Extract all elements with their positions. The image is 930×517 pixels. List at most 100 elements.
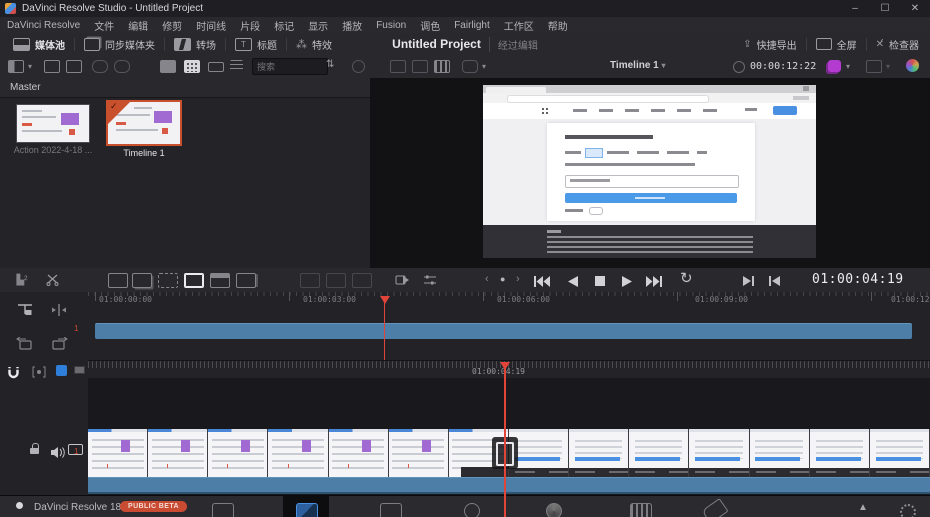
- menu-clip[interactable]: 片段: [233, 18, 267, 33]
- titles-button[interactable]: T 标题: [226, 33, 286, 55]
- filmstrip-frame[interactable]: [389, 429, 449, 477]
- filmstrip-frame[interactable]: [810, 429, 870, 477]
- filmstrip-frame[interactable]: [870, 429, 930, 477]
- ripple-trim-right-icon[interactable]: [48, 334, 70, 354]
- clip-color-chevron-icon[interactable]: ▾: [846, 62, 850, 71]
- sort-icon[interactable]: ⇅: [326, 59, 334, 70]
- relink-icon[interactable]: [114, 60, 130, 73]
- sync-icon[interactable]: [92, 60, 108, 73]
- clip-view-icon[interactable]: [8, 60, 24, 73]
- overview-clip[interactable]: [95, 323, 912, 339]
- user-icon[interactable]: [16, 502, 23, 509]
- single-viewer-icon[interactable]: [390, 60, 406, 73]
- multicam-viewer-icon[interactable]: [434, 60, 450, 73]
- fullscreen-button[interactable]: 全屏: [807, 33, 866, 55]
- clip-view-chevron-icon[interactable]: ▾: [28, 62, 32, 71]
- effects-button[interactable]: ⁂ 特效: [287, 33, 341, 55]
- menu-workspace[interactable]: 工作区: [497, 18, 541, 33]
- sync-bins-button[interactable]: 同步媒体夹: [75, 33, 164, 55]
- first-frame-button[interactable]: [532, 272, 552, 290]
- insert-clip-icon[interactable]: [108, 273, 128, 288]
- filmstrip-frame[interactable]: [329, 429, 389, 477]
- video-preview[interactable]: [483, 85, 816, 258]
- clip-color-icon[interactable]: [828, 60, 841, 72]
- razor-icon[interactable]: [42, 271, 62, 289]
- menu-timeline[interactable]: 时间线: [189, 18, 233, 33]
- refresh-icon[interactable]: [352, 60, 365, 73]
- resize-chevron-icon[interactable]: ▾: [886, 62, 890, 71]
- track-audio-icon[interactable]: [46, 442, 68, 462]
- page-media-icon[interactable]: [212, 503, 234, 517]
- filmstrip-frame[interactable]: [509, 429, 569, 477]
- timeline-selector[interactable]: Timeline 1 ▾: [610, 60, 666, 71]
- playhead-lock-tool-icon[interactable]: [14, 300, 36, 320]
- dual-viewer-icon[interactable]: [412, 60, 428, 73]
- menu-trim[interactable]: 修剪: [155, 18, 189, 33]
- page-fusion-icon[interactable]: [464, 503, 480, 517]
- project-manager-icon[interactable]: ▲: [858, 502, 868, 513]
- filmstrip-frame[interactable]: [629, 429, 689, 477]
- tool-camera-icon[interactable]: [74, 366, 85, 374]
- timeline-clip[interactable]: Timeline 1: [106, 100, 182, 162]
- play-around-button[interactable]: [738, 272, 758, 290]
- new-timeline-icon[interactable]: [66, 60, 82, 73]
- match-frame-button[interactable]: [764, 272, 784, 290]
- timeline-options-icon[interactable]: ▙²: [12, 271, 32, 289]
- new-bin-icon[interactable]: [44, 60, 60, 73]
- filmstrip-frame[interactable]: [569, 429, 629, 477]
- playhead-icon[interactable]: [500, 362, 510, 370]
- overview-playhead-icon[interactable]: [380, 296, 390, 304]
- jog-reverse-icon[interactable]: ‹: [485, 273, 489, 285]
- search-input[interactable]: [252, 58, 328, 75]
- fit-to-fill-icon[interactable]: [184, 273, 204, 288]
- menu-file[interactable]: 文件: [87, 18, 121, 33]
- filmstrip-frame[interactable]: [750, 429, 810, 477]
- media-pool-button[interactable]: 媒体池: [4, 33, 74, 55]
- flag-icon[interactable]: [56, 365, 67, 376]
- menu-color[interactable]: 调色: [413, 18, 447, 33]
- minimize-button[interactable]: –: [840, 0, 870, 17]
- stop-button[interactable]: [590, 272, 610, 290]
- timeline-ruler[interactable]: 01:00:04:19: [88, 360, 930, 379]
- playhead-line[interactable]: [504, 367, 506, 517]
- ripple-overwrite-icon[interactable]: [236, 273, 256, 288]
- ripple-trim-left-icon[interactable]: [14, 334, 36, 354]
- thumbnail-view-icon[interactable]: [184, 60, 200, 73]
- camera-chevron-icon[interactable]: ▾: [482, 62, 486, 71]
- camera-icon[interactable]: [462, 60, 478, 73]
- list-view-icon[interactable]: [230, 60, 243, 71]
- render-in-place-icon[interactable]: [392, 271, 412, 289]
- filmstrip-view-icon[interactable]: [160, 60, 176, 73]
- replace-clip-icon[interactable]: [158, 273, 178, 288]
- settings-gear-icon[interactable]: [900, 504, 916, 517]
- filmstrip-frame[interactable]: [88, 429, 148, 477]
- trim-tool-icon[interactable]: [48, 300, 70, 320]
- audio-track[interactable]: [88, 477, 930, 494]
- menu-playback[interactable]: 播放: [335, 18, 369, 33]
- resize-icon[interactable]: [866, 60, 882, 73]
- menu-davinci-resolve[interactable]: DaVinci Resolve: [0, 20, 87, 31]
- loop-button[interactable]: ↻: [680, 269, 693, 287]
- filmstrip-frame[interactable]: [689, 429, 749, 477]
- menu-fairlight[interactable]: Fairlight: [447, 20, 497, 31]
- menu-edit[interactable]: 编辑: [121, 18, 155, 33]
- last-frame-button[interactable]: [644, 272, 664, 290]
- menu-view[interactable]: 显示: [301, 18, 335, 33]
- menu-help[interactable]: 帮助: [541, 18, 575, 33]
- media-clip[interactable]: Action 2022-4-18 ...: [16, 104, 88, 160]
- place-on-top-icon[interactable]: [210, 273, 230, 288]
- snap-magnet-icon[interactable]: [2, 362, 24, 382]
- overview-playhead-line[interactable]: [384, 302, 385, 360]
- quick-export-button[interactable]: ⇪ 快捷导出: [734, 33, 805, 55]
- close-button[interactable]: ✕: [900, 0, 930, 17]
- overwrite-clip-icon[interactable]: [132, 273, 152, 288]
- filmstrip-frame[interactable]: [268, 429, 328, 477]
- play-reverse-button[interactable]: [562, 272, 582, 290]
- page-edit-icon[interactable]: [380, 503, 402, 517]
- play-button[interactable]: [617, 272, 637, 290]
- jog-dot-icon[interactable]: ●: [500, 274, 505, 284]
- menu-fusion[interactable]: Fusion: [369, 20, 413, 31]
- strip-view-icon[interactable]: [208, 62, 224, 72]
- retime-controls-icon[interactable]: [420, 271, 440, 289]
- menu-mark[interactable]: 标记: [267, 18, 301, 33]
